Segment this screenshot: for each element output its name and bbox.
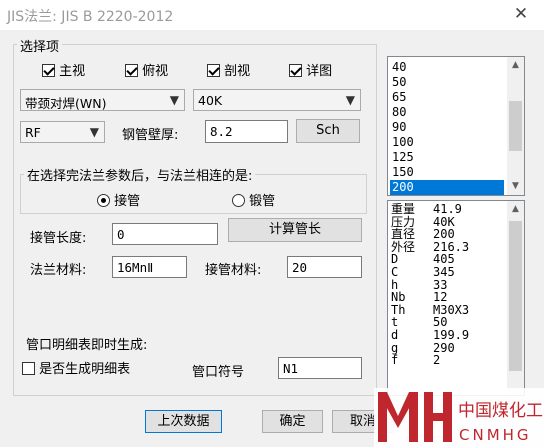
pipe-length-label: 接管长度: xyxy=(30,231,87,246)
list-item[interactable]: 50 xyxy=(390,75,504,90)
radio-forged-pipe[interactable]: 锻管 xyxy=(232,190,275,209)
pipe-length-value: 0 xyxy=(117,227,125,242)
checkbox-label: 是否生成明细表 xyxy=(39,362,131,377)
radio-button[interactable] xyxy=(232,194,245,207)
scroll-thumb[interactable] xyxy=(509,221,522,371)
list-item-selected[interactable]: 200 xyxy=(390,180,504,195)
radio-label: 锻管 xyxy=(249,194,276,209)
checkbox-box[interactable] xyxy=(207,64,220,77)
checkbox-detail-view[interactable]: 详图 xyxy=(289,60,332,79)
info-key: C xyxy=(391,265,399,279)
list-item[interactable]: 100 xyxy=(390,135,504,150)
checkbox-box[interactable] xyxy=(42,64,55,77)
chevron-down-icon[interactable]: ▼ xyxy=(90,125,99,139)
list-item[interactable]: 90 xyxy=(390,120,504,135)
nozzle-symbol-field[interactable]: N1 xyxy=(278,357,362,379)
chevron-down-icon[interactable]: ▼ xyxy=(170,93,179,107)
last-data-button[interactable]: 上次数据 xyxy=(145,410,222,433)
size-list[interactable]: 40 50 65 80 90 100 125 150 200 ▲ ▼ xyxy=(387,56,525,196)
checkbox-label: 俯视 xyxy=(142,64,169,79)
wall-thickness-field[interactable]: 8.2 xyxy=(205,120,288,143)
nozzle-group-title: 管口明细表即时生成: xyxy=(26,338,148,353)
window-title: JIS法兰: JIS B 2220-2012 xyxy=(7,9,174,25)
list-item: g 290 xyxy=(391,341,455,355)
ok-button[interactable]: 确定 xyxy=(262,410,323,433)
list-item: d 199.9 xyxy=(391,329,469,342)
flange-material-label: 法兰材料: xyxy=(30,263,87,278)
face-value: RF xyxy=(25,125,41,140)
list-item: 外径 216.3 xyxy=(391,240,469,254)
size-list-scrollbar[interactable]: ▲ ▼ xyxy=(507,57,524,195)
list-item: Th M30X3 xyxy=(391,303,469,317)
pipe-material-value: 20 xyxy=(292,260,308,275)
list-item[interactable]: 150 xyxy=(390,165,504,180)
scroll-up-icon[interactable]: ▲ xyxy=(507,57,524,74)
nozzle-symbol-value: N1 xyxy=(283,361,299,376)
checkbox-section-view[interactable]: 剖视 xyxy=(207,60,250,79)
generate-schedule-checkbox[interactable]: 是否生成明细表 xyxy=(22,358,130,377)
flange-type-value: 带颈对焊(WN) xyxy=(25,96,107,111)
pipe-material-label: 接管材料: xyxy=(205,263,262,278)
flange-type-select[interactable]: 带颈对焊(WN) ▼ xyxy=(20,89,185,111)
info-key: d xyxy=(391,328,399,342)
pressure-select[interactable]: 40K ▼ xyxy=(193,89,361,111)
flange-material-field[interactable]: 16MnⅡ xyxy=(112,256,187,278)
checkbox-box[interactable] xyxy=(125,64,138,77)
radio-label: 接管 xyxy=(114,194,141,209)
nozzle-symbol-label: 管口符号 xyxy=(192,365,245,380)
connect-group-title: 在选择完法兰参数后，与法兰相连的是: xyxy=(24,165,256,184)
chevron-down-icon[interactable]: ▼ xyxy=(346,93,355,107)
info-list[interactable]: 重量 41.9 压力 40K 直径 200 外径 216.3 D 405 C 345 h 33… xyxy=(387,200,525,396)
info-list-scrollbar[interactable]: ▲ xyxy=(507,201,524,395)
info-key: Nb xyxy=(391,290,406,305)
checkbox-top-view[interactable]: 俯视 xyxy=(125,60,168,79)
list-item[interactable]: 65 xyxy=(390,90,504,105)
pressure-value: 40K xyxy=(198,93,223,108)
info-key: 直径 xyxy=(391,227,416,242)
list-item[interactable]: 40 xyxy=(390,60,504,75)
sch-button[interactable]: Sch xyxy=(296,119,360,143)
info-value: 2 xyxy=(433,353,441,368)
checkbox-box[interactable] xyxy=(22,362,35,375)
list-item[interactable]: 80 xyxy=(390,105,504,120)
checkbox-box[interactable] xyxy=(289,64,302,77)
radio-pipe[interactable]: 接管 xyxy=(97,190,140,209)
scroll-up-icon[interactable]: ▲ xyxy=(507,201,524,218)
watermark-text-en: CNMHG xyxy=(459,426,532,444)
calc-pipe-length-button[interactable]: 计算管长 xyxy=(228,218,362,242)
list-item[interactable]: 125 xyxy=(390,150,504,165)
radio-button[interactable] xyxy=(97,194,110,207)
face-select[interactable]: RF ▼ xyxy=(20,121,105,143)
pipe-length-field[interactable]: 0 xyxy=(112,223,218,245)
pipe-material-field[interactable]: 20 xyxy=(287,256,362,278)
info-key: 重量 xyxy=(391,202,416,216)
checkbox-main-view[interactable]: 主视 xyxy=(42,60,85,79)
flange-material-value: 16MnⅡ xyxy=(117,260,154,275)
wall-thickness-label: 钢管壁厚: xyxy=(122,128,179,143)
scroll-thumb[interactable] xyxy=(509,101,522,151)
watermark-logo: 中国煤化工 CNMHG xyxy=(374,388,544,447)
wall-thickness-value: 8.2 xyxy=(210,124,233,139)
list-item: f2 xyxy=(391,354,440,367)
watermark-text-cn: 中国煤化工 xyxy=(458,401,543,421)
close-icon[interactable]: ✕ xyxy=(508,1,534,27)
scroll-down-icon[interactable]: ▼ xyxy=(507,178,524,195)
checkbox-label: 主视 xyxy=(59,64,86,79)
checkbox-label: 剖视 xyxy=(224,64,251,79)
options-group-title: 选择项 xyxy=(17,36,63,55)
checkbox-label: 详图 xyxy=(306,64,333,79)
info-key: f xyxy=(391,353,399,368)
